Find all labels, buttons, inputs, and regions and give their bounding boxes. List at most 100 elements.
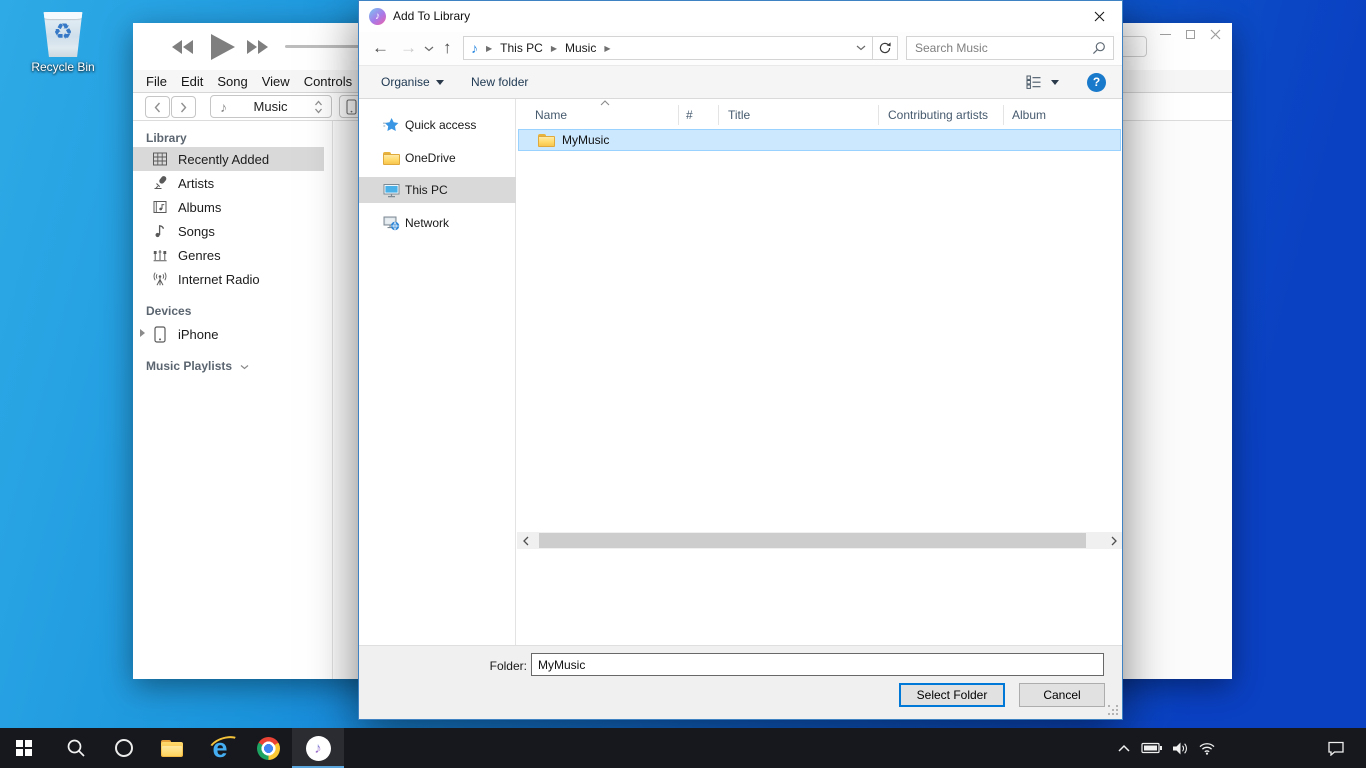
search-box[interactable] <box>906 36 1114 60</box>
music-note-icon: ♪ <box>220 99 227 115</box>
organise-button[interactable]: Organise <box>381 66 444 98</box>
music-playlists-header[interactable]: Music Playlists <box>146 359 249 373</box>
sort-ascending-icon <box>600 100 610 106</box>
action-center-button[interactable] <box>1320 728 1352 768</box>
folder-icon <box>538 134 555 147</box>
itunes-minimize-button[interactable] <box>1158 28 1172 40</box>
sidebar-item-albums[interactable]: Albums <box>133 195 324 219</box>
refresh-button[interactable] <box>872 36 898 60</box>
breadcrumb-this-pc[interactable]: This PC <box>500 41 543 55</box>
menu-view[interactable]: View <box>262 74 290 89</box>
itunes-back-button[interactable] <box>145 96 170 118</box>
media-kind-value: Music <box>227 99 314 114</box>
menu-edit[interactable]: Edit <box>181 74 203 89</box>
action-center-icon <box>1327 740 1345 756</box>
hidden-icons-button[interactable] <box>1111 728 1137 768</box>
media-kind-picker[interactable]: ♪ Music <box>210 95 332 118</box>
recycle-bin[interactable]: ♻ Recycle Bin <box>28 12 98 74</box>
back-button[interactable]: ← <box>372 37 389 59</box>
column-header-name[interactable]: Name <box>535 103 567 127</box>
recent-locations-chevron[interactable] <box>424 46 434 52</box>
sidebar-item-genres[interactable]: Genres <box>133 243 324 267</box>
menu-song[interactable]: Song <box>217 74 247 89</box>
itunes-close-button[interactable] <box>1208 28 1222 40</box>
scrollbar-thumb[interactable] <box>539 533 1086 548</box>
scroll-right-arrow[interactable] <box>1105 532 1122 549</box>
library-header: Library <box>146 131 187 145</box>
sidebar-item-songs[interactable]: Songs <box>133 219 324 243</box>
view-details-icon[interactable] <box>1026 75 1042 89</box>
column-header-contributing-artists[interactable]: Contributing artists <box>888 103 988 127</box>
folder-icon <box>382 152 400 165</box>
address-bar[interactable]: ♪ ▶ This PC ▶ Music ▶ <box>463 36 873 60</box>
select-folder-button[interactable]: Select Folder <box>899 683 1005 707</box>
windows-logo-icon <box>16 740 32 756</box>
taskbar: e ♪ <box>0 728 1366 768</box>
cancel-button[interactable]: Cancel <box>1019 683 1105 707</box>
desktop: ♻ Recycle Bin File Edit Song View <box>0 0 1366 768</box>
menu-controls[interactable]: Controls <box>304 74 352 89</box>
folder-name-input[interactable] <box>531 653 1104 676</box>
menu-file[interactable]: File <box>146 74 167 89</box>
sidebar-item-artists[interactable]: Artists <box>133 171 324 195</box>
column-separator[interactable] <box>678 105 679 125</box>
navpane-item-network[interactable]: Network <box>359 210 516 236</box>
sidebar-item-recently-added[interactable]: Recently Added <box>133 147 324 171</box>
chrome-button[interactable] <box>244 728 292 768</box>
itunes-app-icon: ♪ <box>369 8 386 25</box>
column-separator[interactable] <box>1003 105 1004 125</box>
help-button[interactable]: ? <box>1087 73 1106 92</box>
expand-arrow-icon[interactable] <box>140 329 145 337</box>
scroll-left-arrow[interactable] <box>517 532 534 549</box>
start-button[interactable] <box>0 728 48 768</box>
dialog-close-button[interactable] <box>1077 1 1122 31</box>
up-button[interactable]: ↑ <box>443 37 452 59</box>
navpane-item-onedrive[interactable]: OneDrive <box>359 145 516 171</box>
sidebar-item-label: Recently Added <box>178 152 269 167</box>
fast-forward-icon <box>247 40 268 54</box>
search-input[interactable] <box>907 37 1085 59</box>
horizontal-scrollbar[interactable] <box>517 532 1122 549</box>
battery-tray-button[interactable] <box>1139 728 1165 768</box>
file-explorer-button[interactable] <box>148 728 196 768</box>
itunes-taskbar-button[interactable]: ♪ <box>292 728 344 768</box>
new-folder-button[interactable]: New folder <box>471 66 528 98</box>
quick-access-star-icon <box>382 117 400 133</box>
microphone-icon <box>151 175 168 191</box>
volume-tray-button[interactable] <box>1167 728 1193 768</box>
dialog-nav-pane: Quick access OneDrive This PC <box>359 99 516 645</box>
column-header-title[interactable]: Title <box>728 103 750 127</box>
cortana-button[interactable] <box>100 728 148 768</box>
itunes-icon: ♪ <box>306 736 331 761</box>
navpane-item-this-pc[interactable]: This PC <box>359 177 516 203</box>
view-options-chevron[interactable] <box>1051 80 1059 85</box>
resize-grip[interactable] <box>1108 705 1118 715</box>
sidebar-item-internet-radio[interactable]: Internet Radio <box>133 267 324 291</box>
sidebar-item-iphone[interactable]: iPhone <box>133 322 324 346</box>
itunes-maximize-button[interactable] <box>1183 28 1197 40</box>
chevron-up-icon <box>1117 744 1131 753</box>
file-row-mymusic[interactable]: MyMusic <box>518 129 1121 151</box>
breadcrumb-separator-icon: ▶ <box>486 44 492 53</box>
network-tray-button[interactable] <box>1194 728 1220 768</box>
internet-explorer-button[interactable]: e <box>196 728 244 768</box>
taskbar-search-button[interactable] <box>52 728 100 768</box>
file-list: Name # Title Contributing artists Album … <box>517 99 1122 645</box>
address-dropdown-chevron[interactable] <box>856 45 866 51</box>
chevron-down-icon <box>240 364 249 370</box>
column-header-number[interactable]: # <box>686 103 693 127</box>
search-icon[interactable] <box>1092 41 1106 55</box>
itunes-forward-button[interactable] <box>171 96 196 118</box>
sidebar-item-label: Artists <box>178 176 214 191</box>
wifi-icon <box>1198 741 1216 755</box>
cortana-icon <box>115 739 133 757</box>
breadcrumb-music[interactable]: Music <box>565 41 596 55</box>
navpane-item-quick-access[interactable]: Quick access <box>359 112 516 138</box>
forward-button-disabled[interactable]: → <box>400 37 417 59</box>
iphone-icon <box>346 99 357 115</box>
column-separator[interactable] <box>878 105 879 125</box>
dialog-main: Quick access OneDrive This PC <box>359 99 1122 645</box>
sidebar-item-label: Albums <box>178 200 221 215</box>
column-separator[interactable] <box>718 105 719 125</box>
column-header-album[interactable]: Album <box>1012 103 1046 127</box>
